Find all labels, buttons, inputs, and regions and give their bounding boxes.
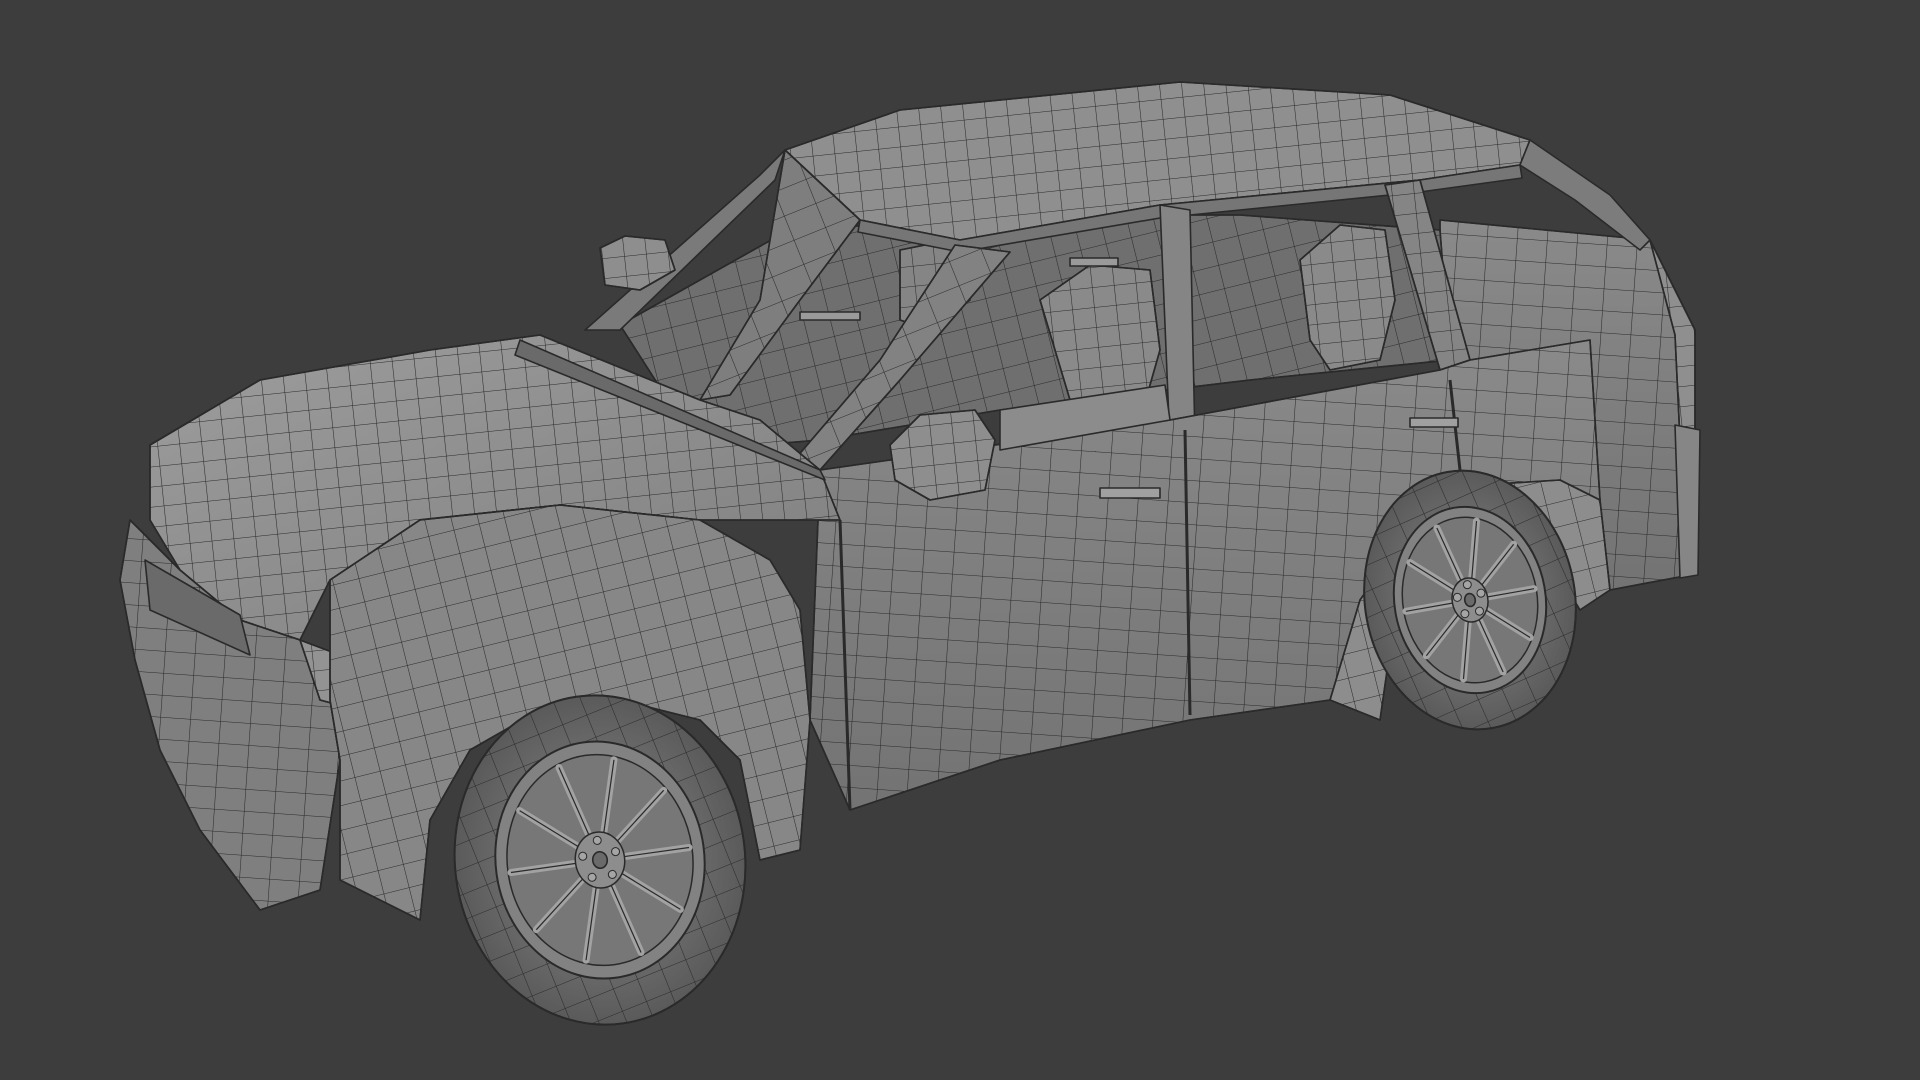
lug-nut (578, 851, 588, 861)
lug-nut (587, 872, 597, 882)
lug-nut (592, 835, 602, 845)
lug-nut (607, 869, 617, 879)
lug-nut (611, 847, 621, 857)
3d-viewport[interactable] (0, 0, 1920, 1080)
front-door-handle (1099, 487, 1161, 499)
viewport-canvas[interactable] (0, 0, 1920, 1080)
rear-door-handle (1409, 417, 1459, 428)
